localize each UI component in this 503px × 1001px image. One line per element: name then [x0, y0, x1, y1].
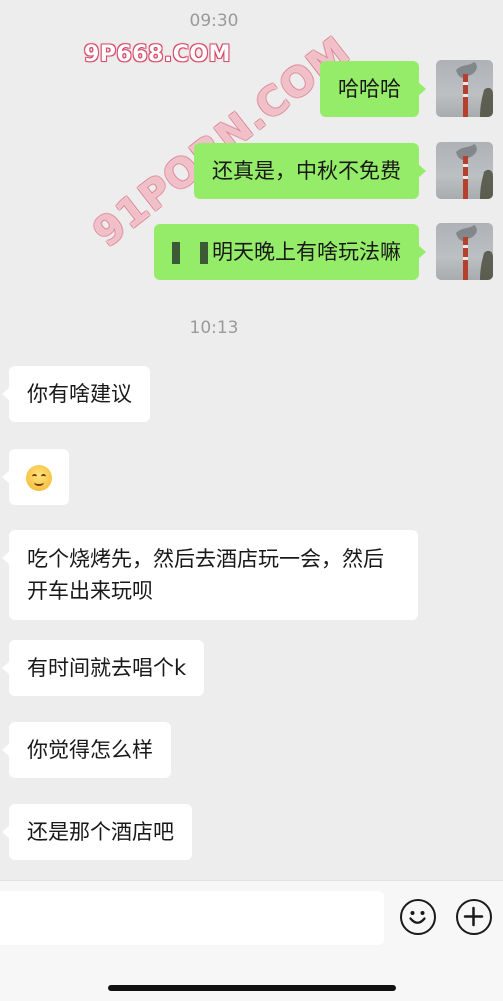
- received-message[interactable]: 你有啥建议: [2, 366, 150, 422]
- smiling-face-emoji: [26, 465, 52, 491]
- smile-face-glyph: [409, 911, 426, 924]
- sent-message[interactable]: 哈哈哈: [320, 61, 426, 117]
- redacted-mark: [172, 242, 180, 264]
- smile-face-icon[interactable]: [400, 899, 436, 935]
- message-text: 明天晚上有啥玩法嘛: [212, 240, 401, 264]
- watermark-logo: 9P668.COM: [84, 42, 231, 67]
- avatar[interactable]: [436, 142, 493, 199]
- plus-glyph: [463, 906, 484, 927]
- redacted-mark: [200, 242, 208, 264]
- received-message[interactable]: [2, 449, 69, 505]
- sent-message[interactable]: 明天晚上有啥玩法嘛: [154, 224, 426, 280]
- message-input[interactable]: [0, 891, 384, 945]
- received-message[interactable]: 还是那个酒店吧: [2, 804, 192, 860]
- received-message[interactable]: 有时间就去唱个k: [1, 640, 205, 696]
- received-message[interactable]: 你觉得怎么样: [2, 722, 171, 778]
- avatar-image: [456, 144, 493, 199]
- sent-message[interactable]: 还真是，中秋不免费: [194, 143, 426, 199]
- avatar[interactable]: [436, 223, 493, 280]
- composer-bar: [0, 880, 503, 1001]
- home-indicator[interactable]: [108, 985, 396, 991]
- avatar-image: [456, 62, 493, 117]
- timestamp: 10:13: [189, 318, 239, 338]
- avatar[interactable]: [436, 60, 493, 117]
- avatar-image: [456, 225, 493, 280]
- plus-circle-icon[interactable]: [456, 899, 492, 935]
- received-message[interactable]: 吃个烧烤先，然后去酒店玩一会，然后开车出来玩呗: [2, 530, 418, 620]
- timestamp: 09:30: [189, 11, 239, 31]
